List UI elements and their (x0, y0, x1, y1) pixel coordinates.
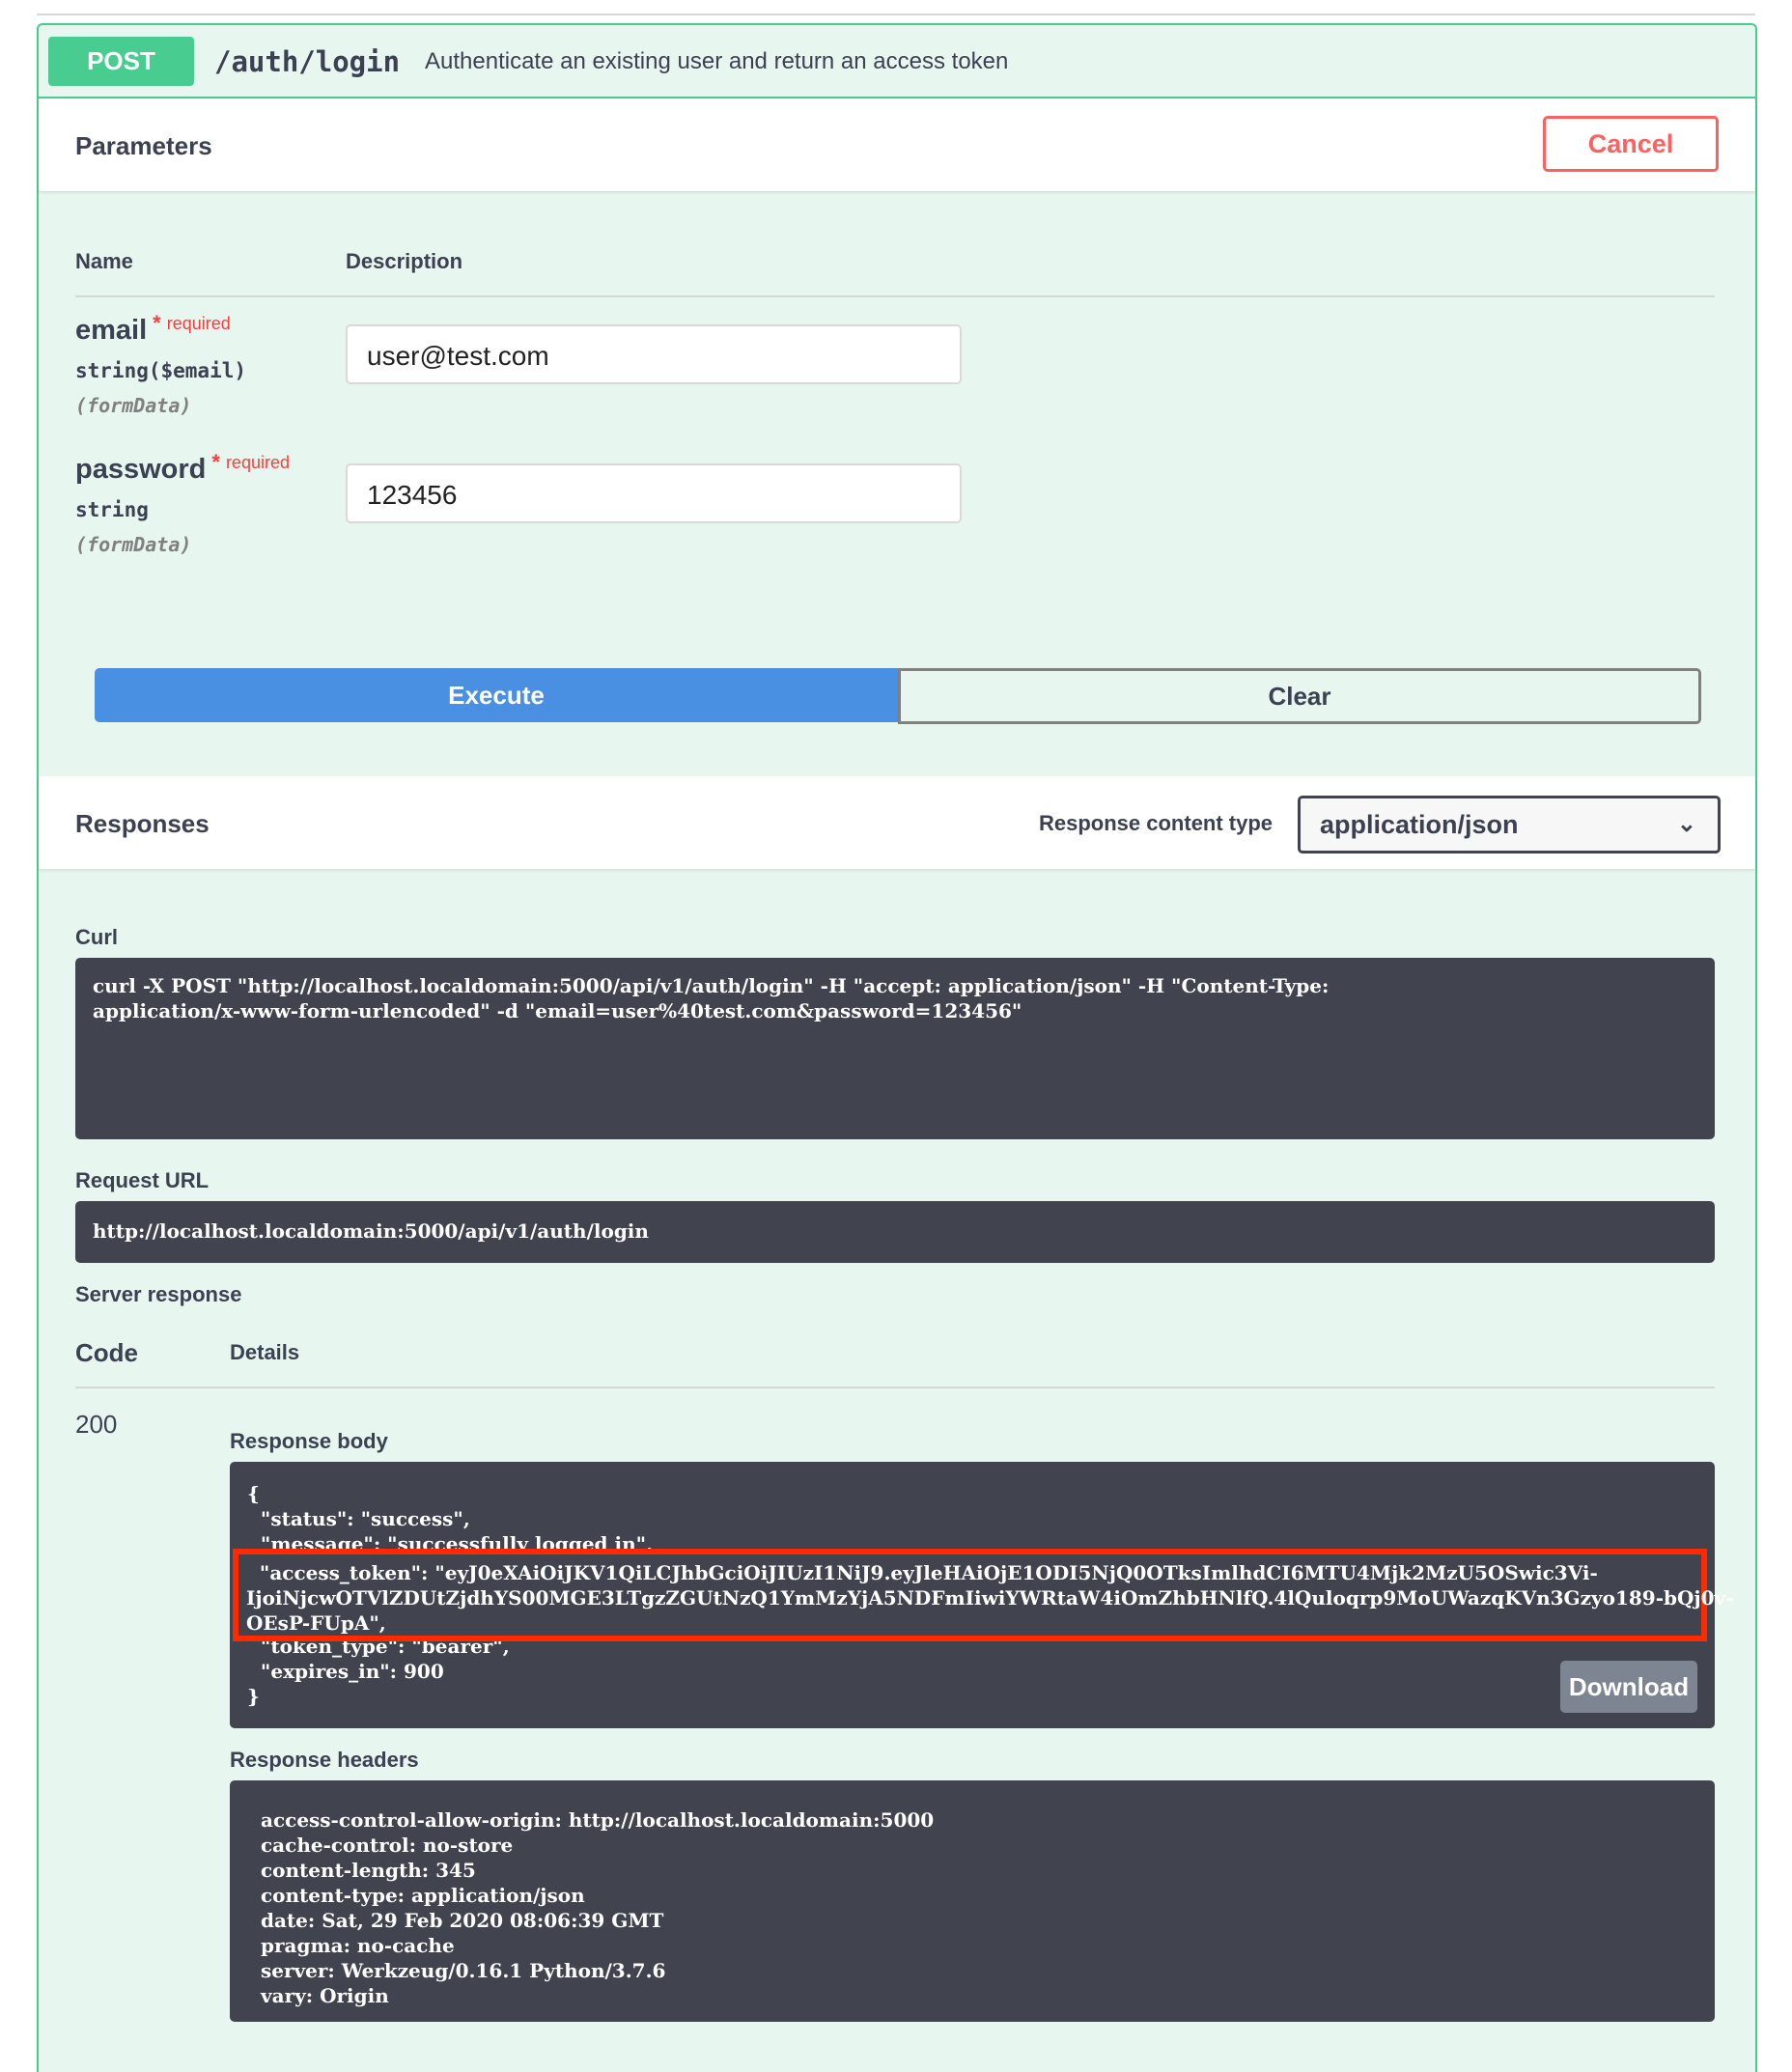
parameters-title: Parameters (75, 131, 212, 160)
email-field[interactable]: user@test.com (346, 324, 962, 384)
operation-summary[interactable]: POST /auth/login Authenticate an existin… (39, 25, 1755, 98)
parameters-header: Parameters Cancel (39, 98, 1755, 191)
body-line-access-token: "access_token": "eyJ0eXAiOiJKV1QiLCJhbGc… (246, 1561, 1734, 1635)
param-email-label: email (75, 315, 148, 346)
curl-label: Curl (75, 925, 118, 949)
curl-block: curl -X POST "http://localhost.localdoma… (75, 958, 1715, 1139)
response-headers-block: access-control-allow-origin: http://loca… (230, 1780, 1715, 2022)
server-response-label: Server response (75, 1282, 242, 1306)
request-url-block: http://localhost.localdomain:5000/api/v1… (75, 1201, 1715, 1263)
cancel-button[interactable]: Cancel (1543, 116, 1719, 172)
column-description-header: Description (346, 249, 463, 273)
response-headers-label: Response headers (230, 1748, 419, 1772)
response-body-block: { "status": "success", "message": "succe… (230, 1462, 1733, 1728)
request-url-label: Request URL (75, 1168, 210, 1192)
required-star: * (153, 311, 161, 335)
request-url: http://localhost.localdomain:5000/api/v1… (93, 1219, 649, 1243)
response-headers-text: access-control-allow-origin: http://loca… (261, 1808, 935, 2007)
body-line-expires: "expires_in": 900 (247, 1660, 444, 1683)
access-token-highlight: "access_token": "eyJ0eXAiOiJKV1QiLCJhbGc… (233, 1549, 1733, 1641)
chevron-down-icon: ⌄ (1676, 811, 1696, 837)
operation-block: POST /auth/login Authenticate an existin… (37, 23, 1757, 2072)
execute-button[interactable]: Execute (95, 668, 898, 722)
param-email-name: email * required (75, 311, 231, 347)
response-table-divider (75, 1386, 1715, 1388)
curl-command: curl -X POST "http://localhost.localdoma… (93, 974, 1330, 1022)
top-divider (37, 14, 1755, 15)
response-content-type-select[interactable]: application/json ⌄ (1298, 796, 1721, 854)
method-badge: POST (48, 37, 194, 86)
parameters-divider (75, 295, 1715, 297)
operation-path: /auth/login (214, 45, 401, 78)
param-password-in: (formData) (75, 533, 192, 556)
details-column-header: Details (230, 1340, 300, 1364)
body-line-open: { (247, 1482, 260, 1505)
operation-description: Authenticate an existing user and return… (425, 48, 1009, 74)
param-email-type: string($email) (75, 359, 247, 382)
required-star: * (211, 450, 220, 474)
response-content-type-value: application/json (1320, 810, 1519, 839)
param-password-type: string (75, 498, 149, 521)
download-button[interactable]: Download (1560, 1661, 1697, 1713)
responses-title: Responses (75, 809, 210, 838)
required-label: required (166, 314, 231, 333)
responses-header: Responses Response content type applicat… (39, 776, 1755, 869)
body-line-close: } (247, 1685, 260, 1708)
code-column-header: Code (75, 1338, 138, 1367)
body-line-status: "status": "success", (247, 1507, 470, 1530)
password-field[interactable]: 123456 (346, 463, 962, 523)
response-body-label: Response body (230, 1429, 388, 1453)
required-label: required (225, 453, 290, 472)
param-password-label: password (75, 454, 207, 485)
response-status-code: 200 (75, 1410, 118, 1439)
param-password-name: password * required (75, 450, 290, 486)
column-name-header: Name (75, 249, 133, 273)
param-email-in: (formData) (75, 394, 192, 417)
clear-button[interactable]: Clear (898, 668, 1701, 724)
response-content-type-label: Response content type (1039, 811, 1274, 835)
